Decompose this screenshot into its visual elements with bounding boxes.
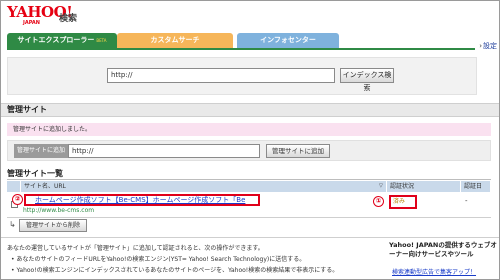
add-site-panel: 管理サイトに追加 http:// 管理サイトに追加 xyxy=(7,140,491,161)
delete-site-button[interactable]: 管理サイトから削除 xyxy=(19,219,87,232)
bullet-icon: • xyxy=(11,256,15,263)
tab-site-explorer-label: サイトエクスプローラー xyxy=(17,36,95,44)
ad-box: Yahoo! JAPANの提供するウェブオーナー向けサービスやツール 検索連動型… xyxy=(389,241,497,279)
info-bullet-1: • あなたのサイトのフィードURLをYahoo!の検索エンジン(YST= Yaho… xyxy=(7,254,387,265)
annotation-marker-1: ① xyxy=(373,196,384,207)
ad-text: Yahoo! JAPANの提供するウェブオーナー向けサービスやツール xyxy=(389,241,497,258)
table-row: ② ホームページ作成ソフト【Be-CMS】ホームページ作成ソフト「Be http… xyxy=(7,192,491,218)
column-header-date: 認証日 xyxy=(461,181,491,192)
add-site-button[interactable]: 管理サイトに追加 xyxy=(266,144,330,158)
column-header-select xyxy=(7,181,21,192)
added-notice: 管理サイトに追加しました。 xyxy=(7,123,491,136)
bullet-icon: • xyxy=(11,267,15,274)
filter-icon[interactable]: ▽ xyxy=(378,181,387,192)
info-text: あなたの運営しているサイトが「管理サイト」に追加して認証されると、次の操作ができ… xyxy=(7,243,387,276)
column-header-status: 認証状況 xyxy=(387,181,461,192)
page-frame: YAHOO! JAPAN 検索 ›設定 サイトエクスプローラー BETA カスタム… xyxy=(0,0,500,280)
yahoo-logo[interactable]: YAHOO! JAPAN xyxy=(7,3,73,30)
ad-link[interactable]: 検索連動型広告で集客アップ！ xyxy=(392,267,476,276)
tab-info-center-label: インフォセンター xyxy=(260,36,316,44)
managed-sites-heading: 管理サイト xyxy=(1,103,499,117)
page-header: YAHOO! JAPAN 検索 xyxy=(1,1,499,33)
annotation-box-title xyxy=(24,194,260,206)
index-search-panel: http:// インデックス検索 xyxy=(7,57,477,95)
auth-date: - xyxy=(465,197,468,205)
section-divider xyxy=(1,237,499,238)
site-url: http://www.be-cms.com xyxy=(23,207,95,214)
delete-area: ↳ 管理サイトから削除 xyxy=(7,219,247,233)
column-header-name: サイト名、URL xyxy=(21,181,387,192)
annotation-box-status xyxy=(389,195,417,209)
logo-wordmark: YAHOO! xyxy=(7,3,73,21)
info-bullet-text: あなたのサイトのフィードURLをYahoo!の検索エンジン(YST= Yahoo… xyxy=(16,256,306,263)
add-site-label: 管理サイトに追加 xyxy=(14,144,69,158)
info-bullet-2: • Yahoo!の検索エンジンにインデックスされているあなたのサイトのページを、Y… xyxy=(7,265,387,276)
tab-custom-search[interactable]: カスタムサーチ xyxy=(117,33,233,48)
add-site-input[interactable]: http:// xyxy=(68,144,260,158)
site-list-title: 管理サイト一覧 xyxy=(7,169,63,178)
index-search-button[interactable]: インデックス検索 xyxy=(340,68,394,92)
beta-badge: BETA xyxy=(96,38,107,43)
annotation-marker-2: ② xyxy=(12,194,23,205)
tab-site-explorer[interactable]: サイトエクスプローラー BETA xyxy=(7,33,117,48)
tab-custom-search-label: カスタムサーチ xyxy=(150,36,200,44)
info-intro: あなたの運営しているサイトが「管理サイト」に追加して認証されると、次の操作ができ… xyxy=(7,245,264,252)
tab-info-center[interactable]: インフォセンター xyxy=(237,33,339,48)
corner-arrow-icon: ↳ xyxy=(9,220,16,229)
index-search-input[interactable]: http:// xyxy=(107,68,335,83)
tab-underline xyxy=(7,48,475,50)
site-list-divider xyxy=(7,179,491,180)
info-bullet-text: Yahoo!の検索エンジンにインデックスされているあなたのサイトのページを、Ya… xyxy=(16,267,339,274)
service-name: 検索 xyxy=(59,14,78,24)
